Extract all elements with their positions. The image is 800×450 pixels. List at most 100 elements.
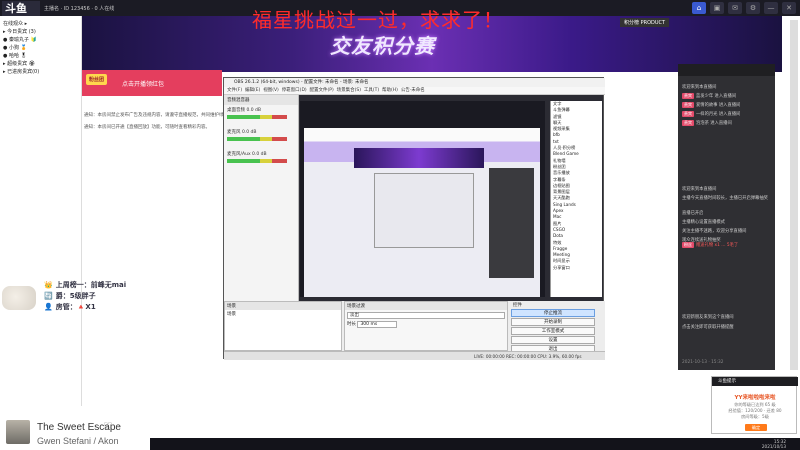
mixer-title: 音频混音器 xyxy=(224,95,298,105)
settings-button[interactable]: 设置 xyxy=(511,336,595,344)
nested-banner xyxy=(354,148,484,168)
chat-line: 欢迎新朋友来到这个直播间 xyxy=(682,315,734,320)
crown-icon: 👑 xyxy=(44,280,53,289)
summary-line: 👤 房管：🔺X1 xyxy=(44,302,96,311)
viewer-tree-panel: 在线观众 ▸ ▸ 今日贵宾 (3) ● 秦瑜丸子 🔰 ● 小狗 🏅 ● 哈哈 🎖… xyxy=(0,16,82,406)
popup-header: 斗鱼提示 xyxy=(712,377,798,386)
mail-icon[interactable]: ✉ xyxy=(728,2,742,14)
tree-item[interactable]: 在线观众 ▸ xyxy=(3,20,78,28)
chat-line: 贵宾 一样的月光 进入直播间 xyxy=(682,111,741,117)
stream-headline: 福星挑战过一过，求求了！ xyxy=(252,8,504,32)
notice-line: 通知：本房间已开通【直播回放】功能，可随时查看精彩内容。 xyxy=(84,125,210,130)
chat-line: 主播精心设置直播模式 xyxy=(682,220,725,225)
stop-streaming-button[interactable]: 停止推流 xyxy=(511,309,595,317)
source-item[interactable]: 分享窗口 xyxy=(551,265,602,271)
mixer-row: 桌面音频 0.0 dB xyxy=(224,105,298,127)
nested-chat xyxy=(489,168,534,278)
minimize-icon[interactable]: — xyxy=(764,2,778,14)
volume-meter[interactable] xyxy=(227,115,287,119)
fan-club-strip[interactable]: 粉丝团 点击开播领红包 xyxy=(82,70,222,96)
controls-dock: 控件 停止推流 开始录制 工作室模式 设置 退出 xyxy=(511,301,603,353)
obs-menu-bar: 文件(F) 编辑(E) 视图(V) 停靠窗口(D) 配置文件(P) 场景集合(S… xyxy=(224,87,605,95)
level-popup: 斗鱼提示 YY来啦啦啦来啦 你的等级已达到 65 级 经验值：120/200 ·… xyxy=(711,376,798,434)
chat-line: 贵宾 泡泡茶 进入直播间 xyxy=(682,120,732,126)
taskbar-clock[interactable]: 15:32 2021/10/13 xyxy=(762,439,786,449)
menu-profile[interactable]: 配置文件(P) xyxy=(310,88,334,93)
scenes-title: 场景 xyxy=(225,302,341,310)
nested-obs xyxy=(374,173,474,248)
start-recording-button[interactable]: 开始录制 xyxy=(511,318,595,326)
chat-line: 粉丝 赠送礼物 x1 … 5毛了 xyxy=(682,242,739,248)
audio-mixer: 音频混音器 桌面音频 0.0 dB 麦克风 0.0 dB 麦克风/Aux 0.0… xyxy=(224,95,299,301)
mixer-row: 麦克风/Aux 0.0 dB xyxy=(224,149,298,171)
obs-title-bar[interactable]: OBS 26.1.2 (64-bit, windows) - 配置文件: 未命名… xyxy=(224,78,605,87)
close-icon[interactable]: ✕ xyxy=(782,2,796,14)
popup-confirm-button[interactable]: 确定 xyxy=(745,424,767,431)
duration-row: 时长 300 ms xyxy=(347,321,505,328)
chat-line: 关注主播不迷路，欢迎分享直播间 xyxy=(682,229,747,234)
summary-line: 👑 上周榜一：前峰无mai xyxy=(44,280,127,289)
banner-title: 交友积分赛 xyxy=(330,34,435,58)
chat-footer: 2021-10-13 · 15:32 xyxy=(682,360,724,365)
volume-meter[interactable] xyxy=(227,159,287,163)
menu-tools[interactable]: 工具(T) xyxy=(364,88,379,93)
user-icon: 👤 xyxy=(44,302,53,311)
menu-notice[interactable]: 公告·未命名 xyxy=(401,88,425,93)
window-icon[interactable]: ▣ xyxy=(710,2,724,14)
chat-line: 点击关注即可获取开播提醒 xyxy=(682,325,734,330)
heart-icon[interactable]: ♡ xyxy=(103,420,113,433)
chat-header xyxy=(678,64,775,76)
transitions-dock: 场景过渡 淡出 时长 300 ms xyxy=(344,301,508,351)
summary-line: 🔄 爵：5级胖子 xyxy=(44,291,96,300)
host-summary: 👑 上周榜一：前峰无mai 🔄 爵：5级胖子 👤 房管：🔺X1 xyxy=(44,279,126,312)
popup-title: YY来啦啦啦来啦 xyxy=(734,395,776,401)
tree-item[interactable]: ● 秦瑜丸子 🔰 xyxy=(3,36,78,44)
music-player: The Sweet Escape Gwen Stefani / Akon ♡ xyxy=(0,414,150,450)
fan-club-label: 点击开播领红包 xyxy=(122,81,165,88)
chat-panel: 欢迎来到本直播间 贵宾 蓝发少年 进入直播间 贵宾 爱情的故事 进入直播间 贵宾 一样… xyxy=(678,64,775,370)
tree-item[interactable]: ▸ 今日贵宾 (3) xyxy=(3,28,78,36)
home-icon[interactable]: ⌂ xyxy=(692,2,706,14)
chat-line: 直播已开启 xyxy=(682,211,704,216)
transition-select[interactable]: 淡出 xyxy=(347,312,505,319)
refresh-icon: 🔄 xyxy=(44,291,53,300)
scenes-dock: 场景 场景 xyxy=(224,301,342,351)
gear-icon[interactable]: ⚙ xyxy=(746,2,760,14)
chat-line: 贵宾 蓝发少年 进入直播间 xyxy=(682,93,737,99)
room-info: 主播名 · ID 123456 · 0 人在线 xyxy=(44,6,115,12)
bear-avatar xyxy=(2,286,36,310)
song-artist: Gwen Stefani / Akon xyxy=(37,436,119,446)
tree-item[interactable]: ● 小狗 🏅 xyxy=(3,44,78,52)
popup-line: 房间等级：5级 xyxy=(741,414,769,419)
chat-line: 欢迎来到本直播间 xyxy=(682,85,717,90)
transitions-title: 场景过渡 xyxy=(345,302,507,310)
studio-mode-button[interactable]: 工作室模式 xyxy=(511,327,595,335)
fan-club-badge: 粉丝团 xyxy=(86,74,108,85)
menu-edit[interactable]: 编辑(E) xyxy=(245,88,260,93)
sources-list: 文字 斗鱼弹幕 滤镜 聊天 视频采集 bfb txt 人员·积分榜 Blend … xyxy=(550,101,602,297)
banner-badge: 积分榜 PRODUCT xyxy=(620,18,670,27)
menu-dock[interactable]: 停靠窗口(D) xyxy=(282,88,307,93)
menu-scene-collection[interactable]: 场景集合(S) xyxy=(337,88,361,93)
chat-line: 欢迎来到本直播间 xyxy=(682,187,717,192)
window-controls: ⌂ ▣ ✉ ⚙ — ✕ xyxy=(692,2,796,14)
controls-title: 控件 xyxy=(513,303,522,308)
nested-preview xyxy=(304,128,540,297)
chat-line: 主播今天直播时间较长，主播已开启弹幕抽奖 xyxy=(682,196,768,201)
tree-item[interactable]: ● 哈哈 🎖 xyxy=(3,52,78,60)
app-logo[interactable]: 斗鱼 xyxy=(2,1,40,16)
scene-item[interactable]: 场景 xyxy=(225,310,341,318)
album-art[interactable] xyxy=(6,420,30,444)
tree-item[interactable]: ▸ 已进房贵宾(0) xyxy=(3,68,78,76)
duration-input[interactable]: 300 ms xyxy=(357,321,398,328)
obs-window[interactable]: OBS 26.1.2 (64-bit, windows) - 配置文件: 未命名… xyxy=(223,77,605,360)
volume-meter[interactable] xyxy=(227,137,287,141)
menu-help[interactable]: 帮助(H) xyxy=(382,88,398,93)
obs-status-bar: LIVE: 00:00:00 REC: 00:00:00 CPU: 3.9%, … xyxy=(224,351,605,360)
scrollbar[interactable] xyxy=(790,20,798,370)
chat-line: 贵宾 爱情的故事 进入直播间 xyxy=(682,102,741,108)
tree-item[interactable]: ▸ 超级贵宾 🏵 xyxy=(3,60,78,68)
menu-view[interactable]: 视图(V) xyxy=(263,88,279,93)
menu-file[interactable]: 文件(F) xyxy=(227,88,242,93)
mixer-row: 麦克风 0.0 dB xyxy=(224,127,298,149)
